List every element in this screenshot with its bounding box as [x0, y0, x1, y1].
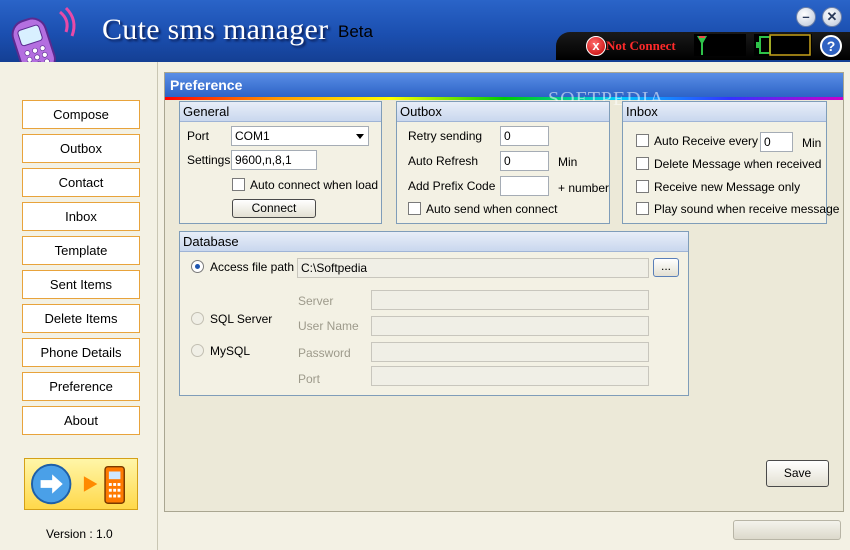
help-icon[interactable]: ?: [820, 35, 842, 57]
connection-status: Not Connect: [606, 38, 676, 53]
prefix-label: Add Prefix Code: [408, 179, 496, 193]
server-input[interactable]: [371, 290, 649, 310]
delete-message-label: Delete Message when received: [654, 157, 822, 171]
nav-about-button[interactable]: About: [22, 406, 140, 435]
panel-title: Preference: [165, 73, 843, 97]
save-button[interactable]: Save: [766, 460, 829, 487]
outbox-group: Outbox Retry sending 0 Auto Refresh 0 Mi…: [396, 101, 610, 224]
nav-sent-items-button[interactable]: Sent Items: [22, 270, 140, 299]
battery-icon: [754, 34, 812, 56]
nav-delete-items-button[interactable]: Delete Items: [22, 304, 140, 333]
browse-button[interactable]: ...: [653, 258, 679, 277]
nav-phone-details-button[interactable]: Phone Details: [22, 338, 140, 367]
play-sound-label: Play sound when receive message: [654, 202, 840, 216]
auto-connect-label: Auto connect when load: [250, 178, 379, 192]
port-dropdown[interactable]: COM1: [231, 126, 369, 146]
inbox-group-title: Inbox: [623, 102, 826, 122]
title-divider: [165, 97, 843, 100]
prefix-suffix: + number: [558, 181, 610, 195]
nav-template-button[interactable]: Template: [22, 236, 140, 265]
prefix-input[interactable]: [500, 176, 549, 196]
minimize-button[interactable]: –: [796, 7, 816, 27]
retry-label: Retry sending: [408, 129, 483, 143]
retry-input[interactable]: 0: [500, 126, 549, 146]
progress-bar: [733, 520, 841, 540]
auto-send-label: Auto send when connect: [426, 202, 558, 216]
db-port-input[interactable]: [371, 366, 649, 386]
auto-receive-unit: Min: [802, 136, 822, 150]
version-label: Version : 1.0: [46, 527, 113, 541]
settings-input[interactable]: 9600,n,8,1: [231, 150, 317, 170]
port-value: COM1: [235, 129, 270, 143]
password-label: Password: [298, 346, 351, 360]
nav-inbox-button[interactable]: Inbox: [22, 202, 140, 231]
auto-receive-input[interactable]: 0: [760, 132, 793, 152]
settings-label: Settings: [187, 153, 231, 167]
close-button[interactable]: ✕: [822, 7, 842, 27]
nav-preference-button[interactable]: Preference: [22, 372, 140, 401]
signal-icon: [694, 34, 746, 56]
outbox-group-title: Outbox: [397, 102, 609, 122]
access-path-input[interactable]: C:\Softpedia: [297, 258, 649, 278]
receive-new-checkbox[interactable]: [636, 180, 649, 193]
general-group: General Port COM1 Settings 9600,n,8,1 Au…: [179, 101, 382, 224]
access-label: Access file path: [210, 260, 295, 274]
db-port-label: Port: [298, 372, 321, 386]
database-group: Database Access file path C:\Softpedia .…: [179, 231, 689, 396]
access-radio[interactable]: [191, 260, 204, 273]
receive-new-label: Receive new Message only: [654, 180, 801, 194]
chevron-down-icon[interactable]: [356, 134, 364, 139]
nav-compose-button[interactable]: Compose: [22, 100, 140, 129]
server-label: Server: [298, 294, 334, 308]
auto-send-checkbox[interactable]: [408, 202, 421, 215]
mysql-label: MySQL: [210, 344, 251, 358]
auto-receive-label: Auto Receive every: [654, 134, 759, 148]
database-group-title: Database: [180, 232, 688, 252]
app-badge: Beta: [338, 22, 373, 41]
auto-refresh-label: Auto Refresh: [408, 154, 479, 168]
connect-button[interactable]: Connect: [232, 199, 316, 218]
play-sound-checkbox[interactable]: [636, 202, 649, 215]
password-input[interactable]: [371, 342, 649, 362]
inbox-group: Inbox Auto Receive every 0 Min Delete Me…: [622, 101, 839, 224]
port-label: Port: [187, 129, 210, 143]
nav-outbox-button[interactable]: Outbox: [22, 134, 140, 163]
auto-refresh-input[interactable]: 0: [500, 151, 549, 171]
general-group-title: General: [180, 102, 381, 122]
send-to-phone-icon[interactable]: [24, 458, 138, 510]
sql-server-label: SQL Server: [210, 312, 273, 326]
disconnected-icon: x: [586, 36, 606, 56]
username-input[interactable]: [371, 316, 649, 336]
auto-refresh-unit: Min: [558, 155, 578, 169]
mysql-radio[interactable]: [191, 344, 204, 357]
nav-contact-button[interactable]: Contact: [22, 168, 140, 197]
auto-connect-checkbox[interactable]: [232, 178, 245, 191]
app-title: Cute sms manager: [102, 13, 329, 46]
username-label: User Name: [298, 319, 359, 333]
delete-message-checkbox[interactable]: [636, 157, 649, 170]
auto-receive-checkbox[interactable]: [636, 134, 649, 147]
sql-server-radio[interactable]: [191, 312, 204, 325]
